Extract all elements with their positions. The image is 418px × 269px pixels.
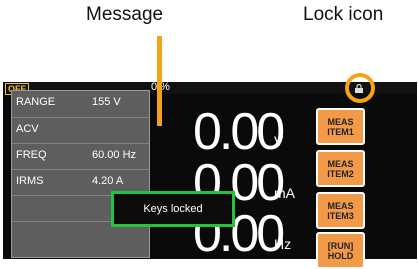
param-name: IRMS (16, 175, 44, 187)
param-row-acv: ACV (12, 117, 149, 143)
param-name: ACV (16, 123, 39, 135)
lock-icon-highlight-ring (345, 73, 375, 103)
param-value: 155 V (92, 96, 121, 108)
lock-icon-callout-label: Lock icon (303, 4, 384, 25)
message-callout-line (157, 36, 162, 126)
parameter-panel: RANGE 155 V ACV FREQ 60.00 Hz IRMS 4.20 … (11, 90, 150, 258)
button-line1: MEAS (327, 116, 354, 127)
param-row-freq: FREQ 60.00 Hz (12, 143, 149, 169)
voltage-unit: V (274, 133, 284, 149)
keys-locked-message: Keys locked (111, 191, 235, 227)
param-value: 4.20 A (92, 175, 124, 187)
button-line1: MEAS (327, 200, 354, 211)
button-line1: [RUN] (327, 240, 354, 251)
instrument-screen: OFF 0 % RANGE 155 V ACV FREQ 60.00 Hz IR… (3, 81, 417, 269)
frequency-unit: Hz (274, 236, 292, 252)
run-hold-button[interactable]: [RUN] HOLD (316, 232, 365, 269)
button-line2: ITEM2 (327, 168, 354, 179)
meas-item1-button[interactable]: MEAS ITEM1 (316, 108, 365, 145)
button-line2: HOLD (327, 250, 354, 261)
button-line1: MEAS (327, 158, 354, 169)
button-line2: ITEM3 (327, 210, 354, 221)
param-name: RANGE (16, 96, 56, 108)
meas-item3-button[interactable]: MEAS ITEM3 (316, 192, 365, 229)
current-unit: mA (274, 185, 295, 201)
param-row-range: RANGE 155 V (12, 91, 149, 117)
message-callout-label: Message (86, 4, 164, 25)
meas-item2-button[interactable]: MEAS ITEM2 (316, 150, 365, 187)
param-value: 60.00 Hz (92, 149, 137, 161)
param-name: FREQ (16, 149, 47, 161)
button-line2: ITEM1 (327, 126, 354, 137)
